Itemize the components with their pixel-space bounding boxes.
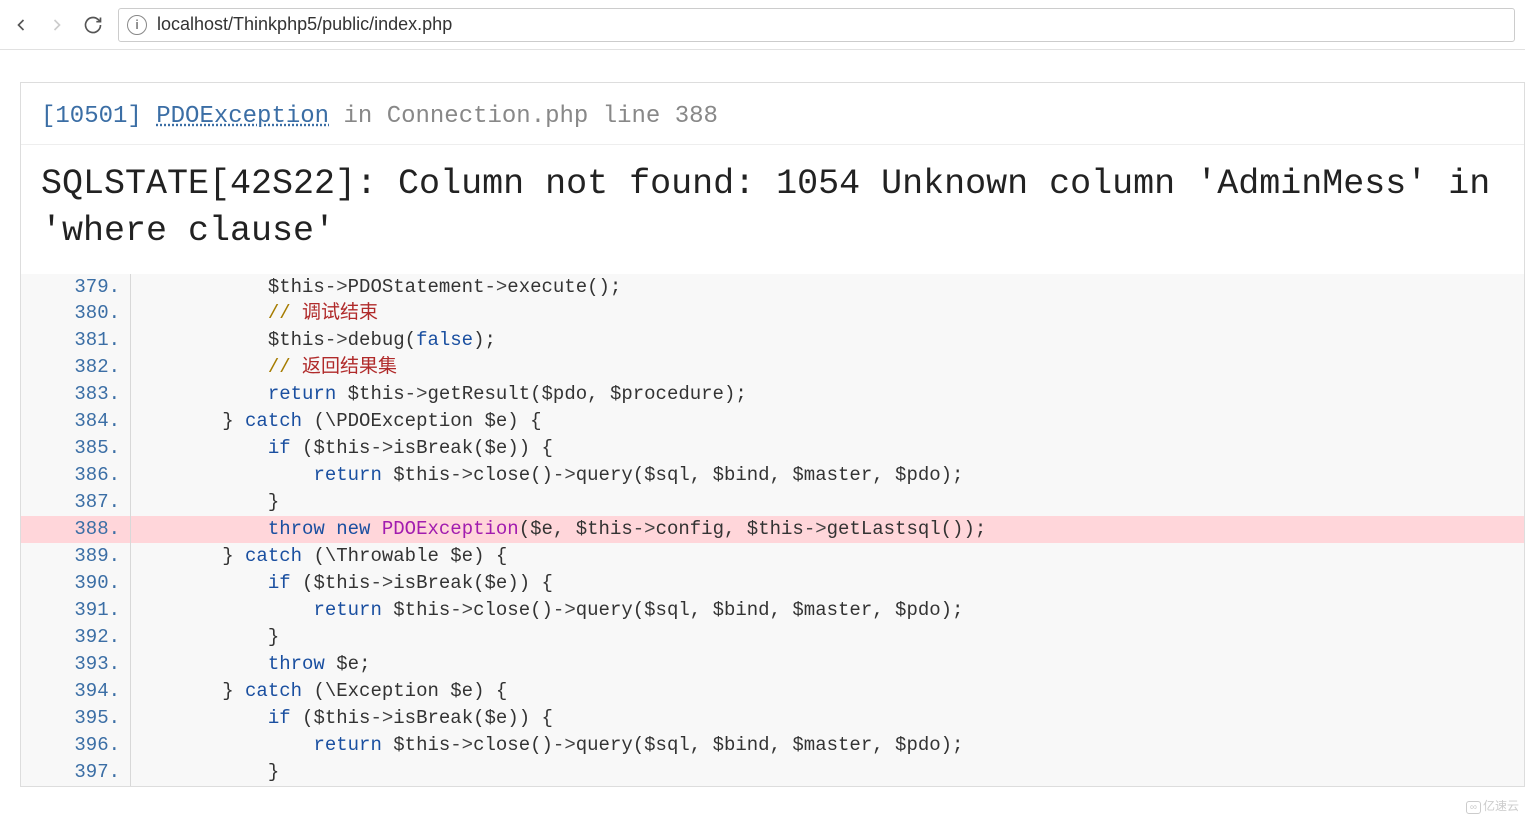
source-text: if ($this->isBreak($e)) { <box>131 435 1524 462</box>
source-code: 379. $this->PDOStatement->execute();380.… <box>21 274 1524 786</box>
line-number: 382. <box>21 354 131 381</box>
code-line: 381. $this->debug(false); <box>21 327 1524 354</box>
source-text: // 返回结果集 <box>131 354 1524 381</box>
code-line: 383. return $this->getResult($pdo, $proc… <box>21 381 1524 408</box>
code-line: 392. } <box>21 624 1524 651</box>
line-number: 384. <box>21 408 131 435</box>
source-text: } catch (\Throwable $e) { <box>131 543 1524 570</box>
code-line: 394. } catch (\Exception $e) { <box>21 678 1524 705</box>
line-number: 390. <box>21 570 131 597</box>
code-line: 386. return $this->close()->query($sql, … <box>21 462 1524 489</box>
source-text: if ($this->isBreak($e)) { <box>131 705 1524 732</box>
source-text: } <box>131 624 1524 651</box>
source-text: return $this->getResult($pdo, $procedure… <box>131 381 1524 408</box>
code-line: 382. // 返回结果集 <box>21 354 1524 381</box>
line-number: 381. <box>21 327 131 354</box>
line-number: 396. <box>21 732 131 759</box>
code-line: 380. // 调试结束 <box>21 300 1524 327</box>
code-line: 393. throw $e; <box>21 651 1524 678</box>
source-text: if ($this->isBreak($e)) { <box>131 570 1524 597</box>
error-panel: [10501] PDOException in Connection.php l… <box>20 82 1525 787</box>
code-line: 391. return $this->close()->query($sql, … <box>21 597 1524 624</box>
source-text: } <box>131 759 1524 786</box>
code-line: 385. if ($this->isBreak($e)) { <box>21 435 1524 462</box>
line-number: 394. <box>21 678 131 705</box>
watermark-text: 亿速云 <box>1483 799 1519 813</box>
line-number: 383. <box>21 381 131 408</box>
line-number: 397. <box>21 759 131 786</box>
source-text: } catch (\PDOException $e) { <box>131 408 1524 435</box>
address-bar[interactable]: i localhost/Thinkphp5/public/index.php <box>118 8 1515 42</box>
source-text: } <box>131 489 1524 516</box>
line-number: 386. <box>21 462 131 489</box>
line-number: 385. <box>21 435 131 462</box>
code-line-highlight: 388. throw new PDOException($e, $this->c… <box>21 516 1524 543</box>
file-line: Connection.php line 388 <box>387 103 718 130</box>
code-line: 384. } catch (\PDOException $e) { <box>21 408 1524 435</box>
source-text: throw $e; <box>131 651 1524 678</box>
exception-link[interactable]: PDOException <box>156 103 329 130</box>
watermark-icon: ∞ <box>1466 801 1481 814</box>
error-title: SQLSTATE[42S22]: Column not found: 1054 … <box>21 145 1524 274</box>
code-line: 387. } <box>21 489 1524 516</box>
source-text: } catch (\Exception $e) { <box>131 678 1524 705</box>
error-code: [10501] <box>41 103 142 130</box>
line-number: 395. <box>21 705 131 732</box>
code-line: 390. if ($this->isBreak($e)) { <box>21 570 1524 597</box>
line-number: 392. <box>21 624 131 651</box>
source-text: return $this->close()->query($sql, $bind… <box>131 462 1524 489</box>
code-line: 397. } <box>21 759 1524 786</box>
reload-button[interactable] <box>82 14 104 36</box>
site-info-icon[interactable]: i <box>127 15 147 35</box>
url-text: localhost/Thinkphp5/public/index.php <box>157 14 452 35</box>
code-line: 396. return $this->close()->query($sql, … <box>21 732 1524 759</box>
source-text: // 调试结束 <box>131 300 1524 327</box>
line-number: 387. <box>21 489 131 516</box>
error-header: [10501] PDOException in Connection.php l… <box>21 83 1524 145</box>
line-number: 388. <box>21 516 131 543</box>
line-number: 393. <box>21 651 131 678</box>
code-line: 389. } catch (\Throwable $e) { <box>21 543 1524 570</box>
forward-button[interactable] <box>46 14 68 36</box>
line-number: 379. <box>21 274 131 301</box>
source-text: throw new PDOException($e, $this->config… <box>131 516 1524 543</box>
code-line: 395. if ($this->isBreak($e)) { <box>21 705 1524 732</box>
source-text: $this->PDOStatement->execute(); <box>131 274 1524 301</box>
back-button[interactable] <box>10 14 32 36</box>
line-number: 380. <box>21 300 131 327</box>
watermark: ∞亿速云 <box>1466 797 1519 814</box>
in-word: in <box>343 103 372 130</box>
source-text: return $this->close()->query($sql, $bind… <box>131 732 1524 759</box>
code-line: 379. $this->PDOStatement->execute(); <box>21 274 1524 301</box>
browser-toolbar: i localhost/Thinkphp5/public/index.php <box>0 0 1525 50</box>
source-text: $this->debug(false); <box>131 327 1524 354</box>
source-text: return $this->close()->query($sql, $bind… <box>131 597 1524 624</box>
line-number: 391. <box>21 597 131 624</box>
line-number: 389. <box>21 543 131 570</box>
